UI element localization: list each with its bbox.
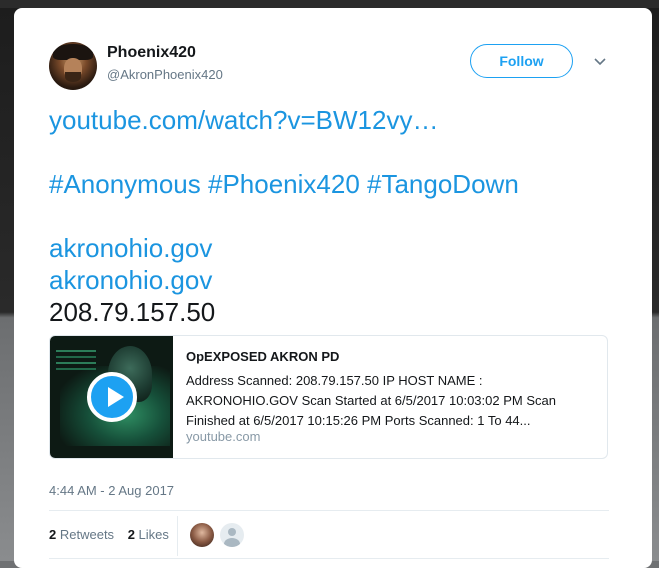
author-handle[interactable]: @AkronPhoenix420 [107, 67, 223, 82]
youtube-link[interactable]: youtube.com/watch?v=BW12vy… [49, 105, 438, 135]
chevron-down-icon[interactable] [594, 56, 606, 68]
avatar-beard [65, 72, 81, 82]
follow-button[interactable]: Follow [470, 44, 573, 78]
liker-avatar-2[interactable] [220, 523, 244, 547]
card-domain: youtube.com [186, 429, 261, 444]
liker-avatar-1[interactable] [190, 523, 214, 547]
stats-separator [177, 516, 178, 556]
video-thumbnail[interactable] [50, 336, 173, 458]
link-preview-card[interactable]: OpEXPOSED AKRON PD Address Scanned: 208.… [49, 335, 608, 459]
thumbnail-code-lines [56, 350, 96, 352]
tweet-timestamp[interactable]: 4:44 AM - 2 Aug 2017 [49, 483, 174, 498]
akron-link-1[interactable]: akronohio.gov [49, 233, 212, 263]
divider-bottom [49, 558, 609, 559]
likes-count: 2 [127, 527, 135, 542]
author-name[interactable]: Phoenix420 [107, 44, 196, 62]
default-avatar-body [224, 538, 240, 547]
tweet-body-youtube-line: youtube.com/watch?v=BW12vy… [49, 104, 649, 136]
card-description: Address Scanned: 208.79.157.50 IP HOST N… [186, 373, 556, 428]
divider-top [49, 510, 609, 511]
play-icon[interactable] [87, 372, 137, 422]
author-avatar[interactable] [49, 42, 97, 90]
tweet-card: Phoenix420 @AkronPhoenix420 Follow youtu… [14, 8, 652, 568]
akron-link-2[interactable]: akronohio.gov [49, 265, 212, 295]
default-avatar-head [228, 528, 236, 536]
hashtags-links[interactable]: #Anonymous #Phoenix420 #TangoDown [49, 169, 519, 199]
likes-stat[interactable]: 2 Likes [128, 527, 169, 542]
backdrop-top [0, 0, 659, 8]
retweets-stat[interactable]: 2 Retweets [49, 527, 114, 542]
engagement-stats: 2 Retweets 2 Likes [49, 527, 179, 542]
tweet-body-link1-line: akronohio.gov [49, 232, 649, 264]
card-title: OpEXPOSED AKRON PD [186, 349, 340, 364]
likes-label: Likes [138, 527, 169, 542]
retweets-count: 2 [49, 527, 57, 542]
tweet-body-ip: 208.79.157.50 [49, 297, 216, 327]
tweet-body-hashtags-line: #Anonymous #Phoenix420 #TangoDown [49, 168, 649, 200]
retweets-label: Retweets [59, 527, 115, 542]
tweet-body-link2-line: akronohio.gov [49, 264, 649, 296]
